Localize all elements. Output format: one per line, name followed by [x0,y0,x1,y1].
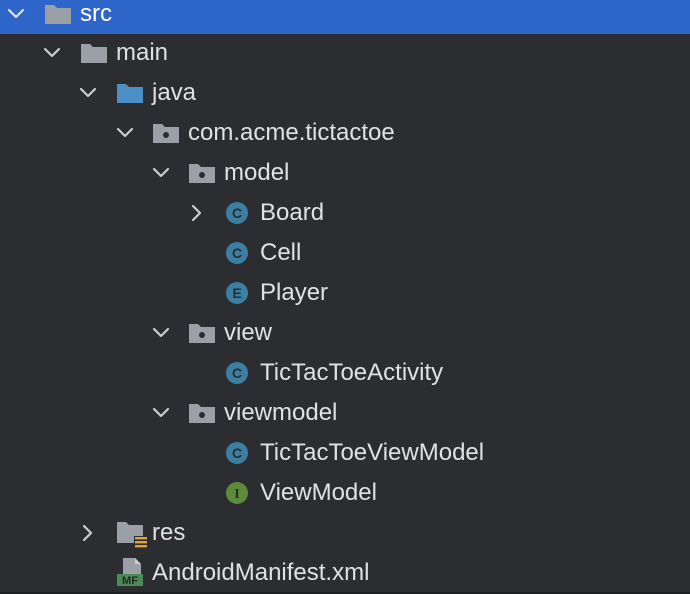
tree-item-androidmanifest[interactable]: MF AndroidManifest.xml [0,553,690,593]
project-tree: src main java com.acme.tictactoe model C… [0,0,690,594]
svg-text:MF: MF [122,575,138,587]
svg-text:C: C [232,245,242,261]
chevron-down-icon[interactable] [151,163,171,183]
svg-text:I: I [234,487,239,502]
tree-item-label: res [152,519,186,546]
chevron-down-icon[interactable] [151,323,171,343]
folder-icon [80,41,108,65]
tree-item-label: com.acme.tictactoe [188,119,395,146]
tree-item-com-acme-tictactoe[interactable]: com.acme.tictactoe [0,113,690,153]
tree-item-label: view [224,319,273,346]
tree-item-tictactoeviewmodel[interactable]: C TicTacToeViewModel [0,433,690,473]
class-icon: C [224,241,252,265]
tree-item-viewmodel-interface[interactable]: I ViewModel [0,473,690,513]
chevron-down-icon[interactable] [42,43,62,63]
tree-item-viewmodel[interactable]: viewmodel [0,393,690,433]
tree-item-label: TicTacToeActivity [260,359,444,386]
folder-icon [44,2,72,26]
tree-item-tictactoeactivity[interactable]: C TicTacToeActivity [0,353,690,393]
class-icon: C [224,441,252,465]
chevron-down-icon[interactable] [78,83,98,103]
svg-text:E: E [232,285,241,301]
chevron-right-icon[interactable] [187,203,207,223]
tree-item-label: Player [260,279,329,306]
tree-item-label: model [224,159,290,186]
tree-item-label: TicTacToeViewModel [260,439,485,466]
tree-item-model[interactable]: model [0,153,690,193]
chevron-down-icon[interactable] [6,4,26,24]
package-icon [152,121,180,145]
tree-item-player[interactable]: E Player [0,273,690,313]
svg-text:C: C [232,205,242,221]
package-icon [188,401,216,425]
tree-item-view[interactable]: view [0,313,690,353]
tree-item-main[interactable]: main [0,33,690,73]
tree-item-board[interactable]: C Board [0,193,690,233]
interface-icon: I [224,481,252,505]
tree-item-label: Board [260,199,325,226]
tree-item-cell[interactable]: C Cell [0,233,690,273]
tree-item-java[interactable]: java [0,73,690,113]
package-icon [188,161,216,185]
class-icon: C [224,361,252,385]
class-icon: C [224,201,252,225]
source-folder-icon [116,81,144,105]
chevron-right-icon[interactable] [78,523,98,543]
tree-item-label: main [116,39,169,66]
tree-item-label: Cell [260,239,302,266]
tree-item-label: java [152,79,197,106]
tree-item-label: viewmodel [224,399,338,426]
enum-icon: E [224,281,252,305]
tree-item-res[interactable]: res [0,513,690,553]
tree-item-src[interactable]: src [0,0,690,34]
tree-item-label: AndroidManifest.xml [152,559,370,586]
chevron-down-icon[interactable] [115,123,135,143]
package-icon [188,321,216,345]
chevron-down-icon[interactable] [151,403,171,423]
tree-item-label: ViewModel [260,479,377,506]
svg-text:C: C [232,445,242,461]
resource-folder-icon [116,519,150,549]
tree-item-label: src [80,0,112,27]
svg-text:C: C [232,365,242,381]
manifest-file-icon: MF [116,557,146,587]
